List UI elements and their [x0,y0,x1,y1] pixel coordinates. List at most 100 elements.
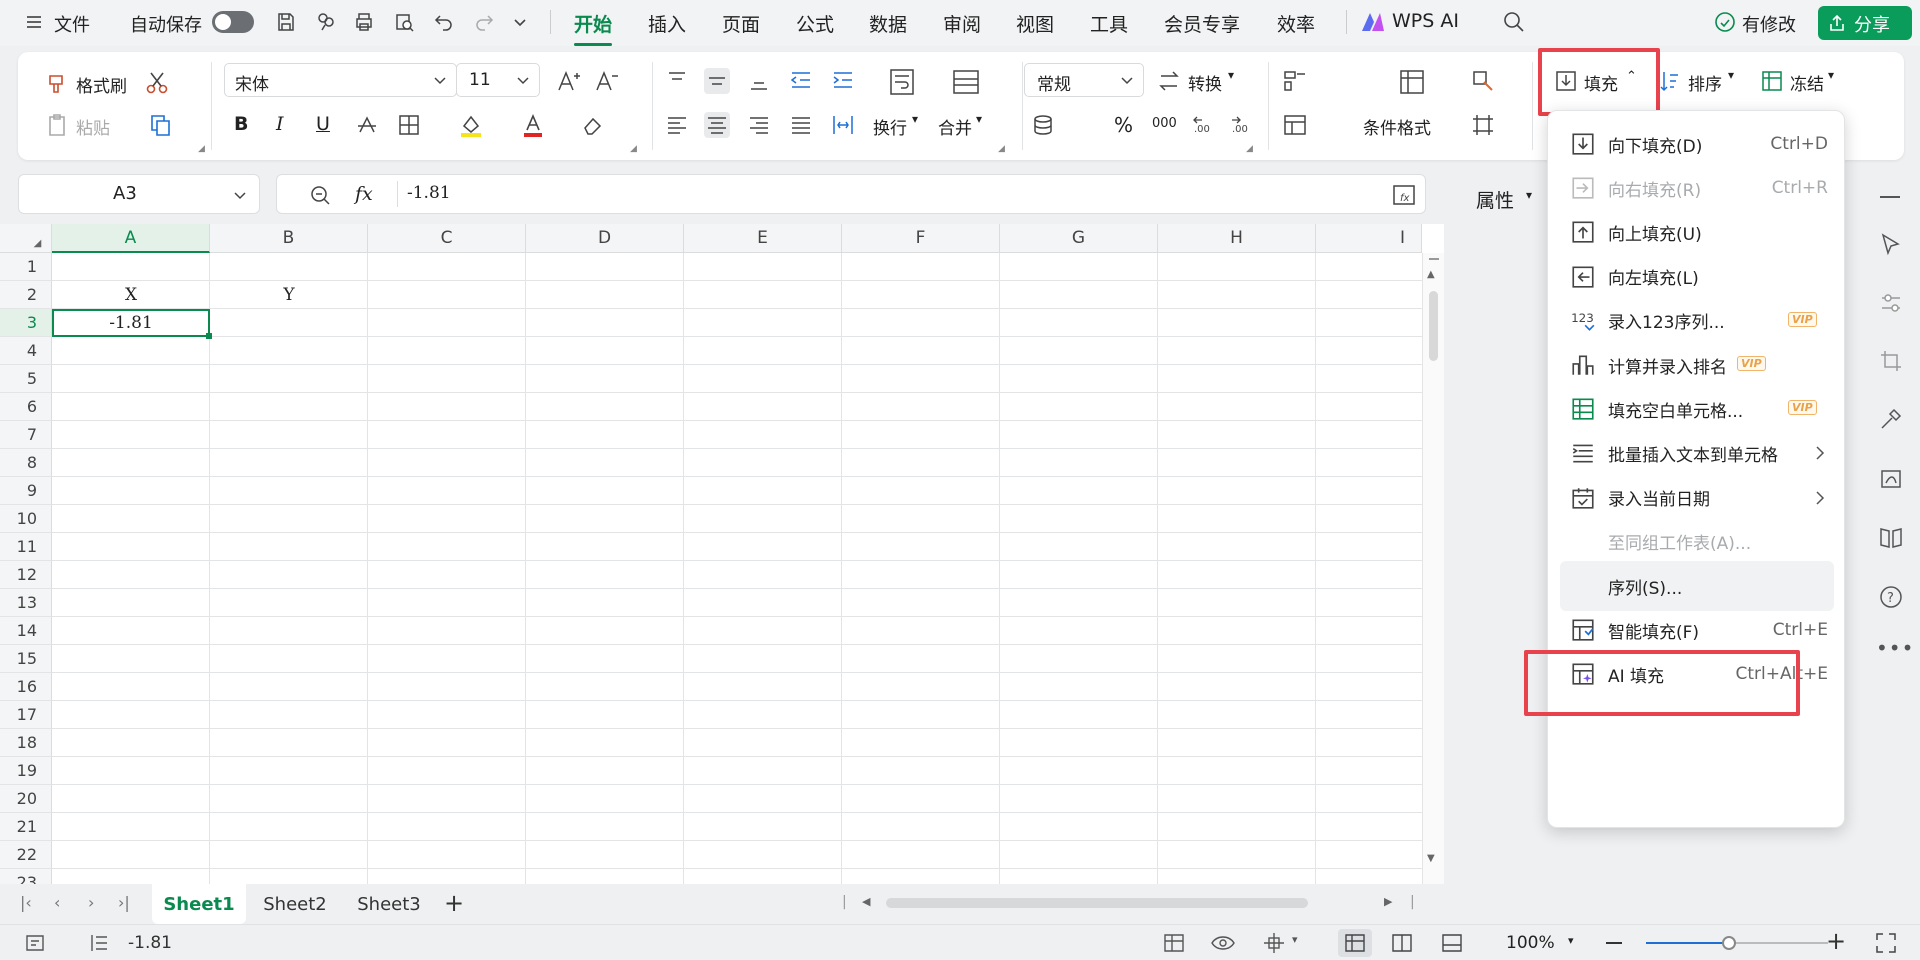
justify-icon[interactable] [788,112,814,138]
row-col-icon[interactable] [1282,68,1308,94]
row-header[interactable]: 4 [0,337,52,365]
increase-font-icon[interactable] [556,68,582,94]
thousands-button[interactable]: 000 [1152,116,1177,131]
select-all-corner[interactable]: ◢ [0,224,52,253]
cursor-icon[interactable] [1878,232,1904,258]
align-middle-icon[interactable] [704,68,730,94]
tab-member[interactable]: 会员专享 [1164,10,1240,37]
increase-decimal-icon[interactable]: .00 [1190,112,1216,138]
fill-handle[interactable] [206,333,212,339]
percent-button[interactable]: % [1114,113,1133,137]
book-icon[interactable] [1878,524,1904,550]
align-right-icon[interactable] [746,112,772,138]
decrease-font-icon[interactable] [594,68,620,94]
row-header[interactable]: 20 [0,785,52,813]
cell-style-icon[interactable] [1470,68,1496,94]
increase-indent-icon[interactable] [830,68,856,94]
vertical-scrollbar[interactable]: ▲ ▼ [1422,253,1444,884]
first-sheet-arrow[interactable]: |‹ [20,893,32,912]
border-icon[interactable] [396,112,422,138]
zoom-slider-thumb[interactable] [1722,936,1736,950]
page-layout-icon[interactable] [1390,931,1414,955]
row-header[interactable]: 13 [0,589,52,617]
row-header[interactable]: 16 [0,673,52,701]
horizontal-scroll-thumb[interactable] [886,898,1308,908]
zoom-in-button[interactable]: + [1826,927,1846,955]
row-header[interactable]: 3 [0,309,52,337]
modified-status[interactable]: 有修改 [1742,11,1796,37]
page-break-icon[interactable] [1440,931,1464,955]
formula-input[interactable]: -1.81 [407,183,451,203]
name-box[interactable]: A3 [18,174,260,214]
autosave-toggle[interactable] [212,11,254,33]
menu-icon[interactable] [24,12,44,32]
font-size-select[interactable]: 11 [456,63,540,97]
currency-icon[interactable] [1030,112,1056,138]
tools-icon[interactable] [1878,406,1904,432]
prev-sheet-arrow[interactable]: ‹ [54,893,60,912]
row-header[interactable]: 23 [0,869,52,884]
row-header[interactable]: 18 [0,729,52,757]
crosshair-icon[interactable] [1262,931,1286,955]
menu-item-fill-down[interactable]: 向下填充(D) Ctrl+D [1548,119,1846,169]
distribute-icon[interactable] [830,112,856,138]
chevron-down-icon[interactable] [231,186,249,204]
row-header[interactable]: 11 [0,533,52,561]
tab-insert[interactable]: 插入 [648,10,686,37]
menu-item-fill-across-sheets[interactable]: 至同组工作表(A)... [1548,517,1846,567]
row-header[interactable]: 12 [0,561,52,589]
row-header[interactable]: 19 [0,757,52,785]
properties-title[interactable]: 属性 [1476,186,1514,213]
menu-item-rank[interactable]: 计算并录入排名 VIP [1548,340,1846,390]
column-header[interactable]: E [684,224,842,253]
menu-item-fill-right[interactable]: 向右填充(R) Ctrl+R [1548,163,1846,213]
file-menu[interactable]: 文件 [54,11,90,37]
sliders-icon[interactable] [1878,290,1904,316]
bold-button[interactable]: B [234,113,248,135]
column-header[interactable]: A [52,224,210,253]
scroll-left-arrow[interactable]: ◀ [862,895,870,908]
row-header[interactable]: 22 [0,841,52,869]
column-header[interactable]: G [1000,224,1158,253]
menu-item-series[interactable]: 序列(S)... [1560,561,1834,611]
table-style-icon[interactable] [1282,112,1308,138]
tab-formula[interactable]: 公式 [796,10,834,37]
row-header[interactable]: 5 [0,365,52,393]
number-format-select[interactable]: 常规 [1024,63,1144,97]
tab-home[interactable]: 开始 [574,10,613,46]
launcher-icon[interactable]: ◢ [630,144,637,154]
row-header[interactable]: 21 [0,813,52,841]
column-header[interactable]: D [526,224,684,253]
scroll-up-arrow[interactable]: ▲ [1427,269,1435,280]
row-header[interactable]: 8 [0,449,52,477]
column-header[interactable]: I [1316,224,1422,253]
print-icon[interactable] [352,10,376,34]
zoom-slider[interactable] [1646,936,1828,950]
row-header[interactable]: 1 [0,253,52,281]
print-preview-icon[interactable] [392,10,416,34]
scroll-down-arrow[interactable]: ▼ [1427,853,1435,864]
sheet-tab-1[interactable]: Sheet1 [152,884,246,924]
wps-ai-button[interactable]: WPS AI [1392,10,1459,32]
tab-efficiency[interactable]: 效率 [1277,10,1315,37]
merge-button[interactable]: 合并 [938,114,972,139]
tab-review[interactable]: 审阅 [943,10,981,37]
convert-button[interactable]: 转换 [1188,70,1222,95]
fill-color-icon[interactable] [458,112,484,138]
normal-view-icon[interactable] [1338,929,1372,957]
row-header[interactable]: 14 [0,617,52,645]
menu-item-fill-blank-cells[interactable]: 填充空白单元格... VIP [1548,384,1846,434]
menu-item-smart-fill[interactable]: 智能填充(F) Ctrl+E [1548,605,1846,655]
conditional-format-button[interactable]: 条件格式 [1363,114,1431,139]
menu-item-batch-insert-text[interactable]: 批量插入文本到单元格 [1548,428,1846,478]
cell-border-icon[interactable] [1470,112,1496,138]
tab-view[interactable]: 视图 [1016,10,1054,37]
next-sheet-arrow[interactable]: › [88,893,94,912]
undo-icon[interactable] [432,10,456,34]
macro-icon[interactable] [24,932,46,954]
menu-item-enter-current-date[interactable]: 录入当前日期 [1548,473,1846,523]
wrap-text-button[interactable]: 换行 [873,114,907,139]
row-header[interactable]: 17 [0,701,52,729]
share-link-icon[interactable] [314,10,338,34]
cell-A2[interactable]: X [52,281,210,309]
